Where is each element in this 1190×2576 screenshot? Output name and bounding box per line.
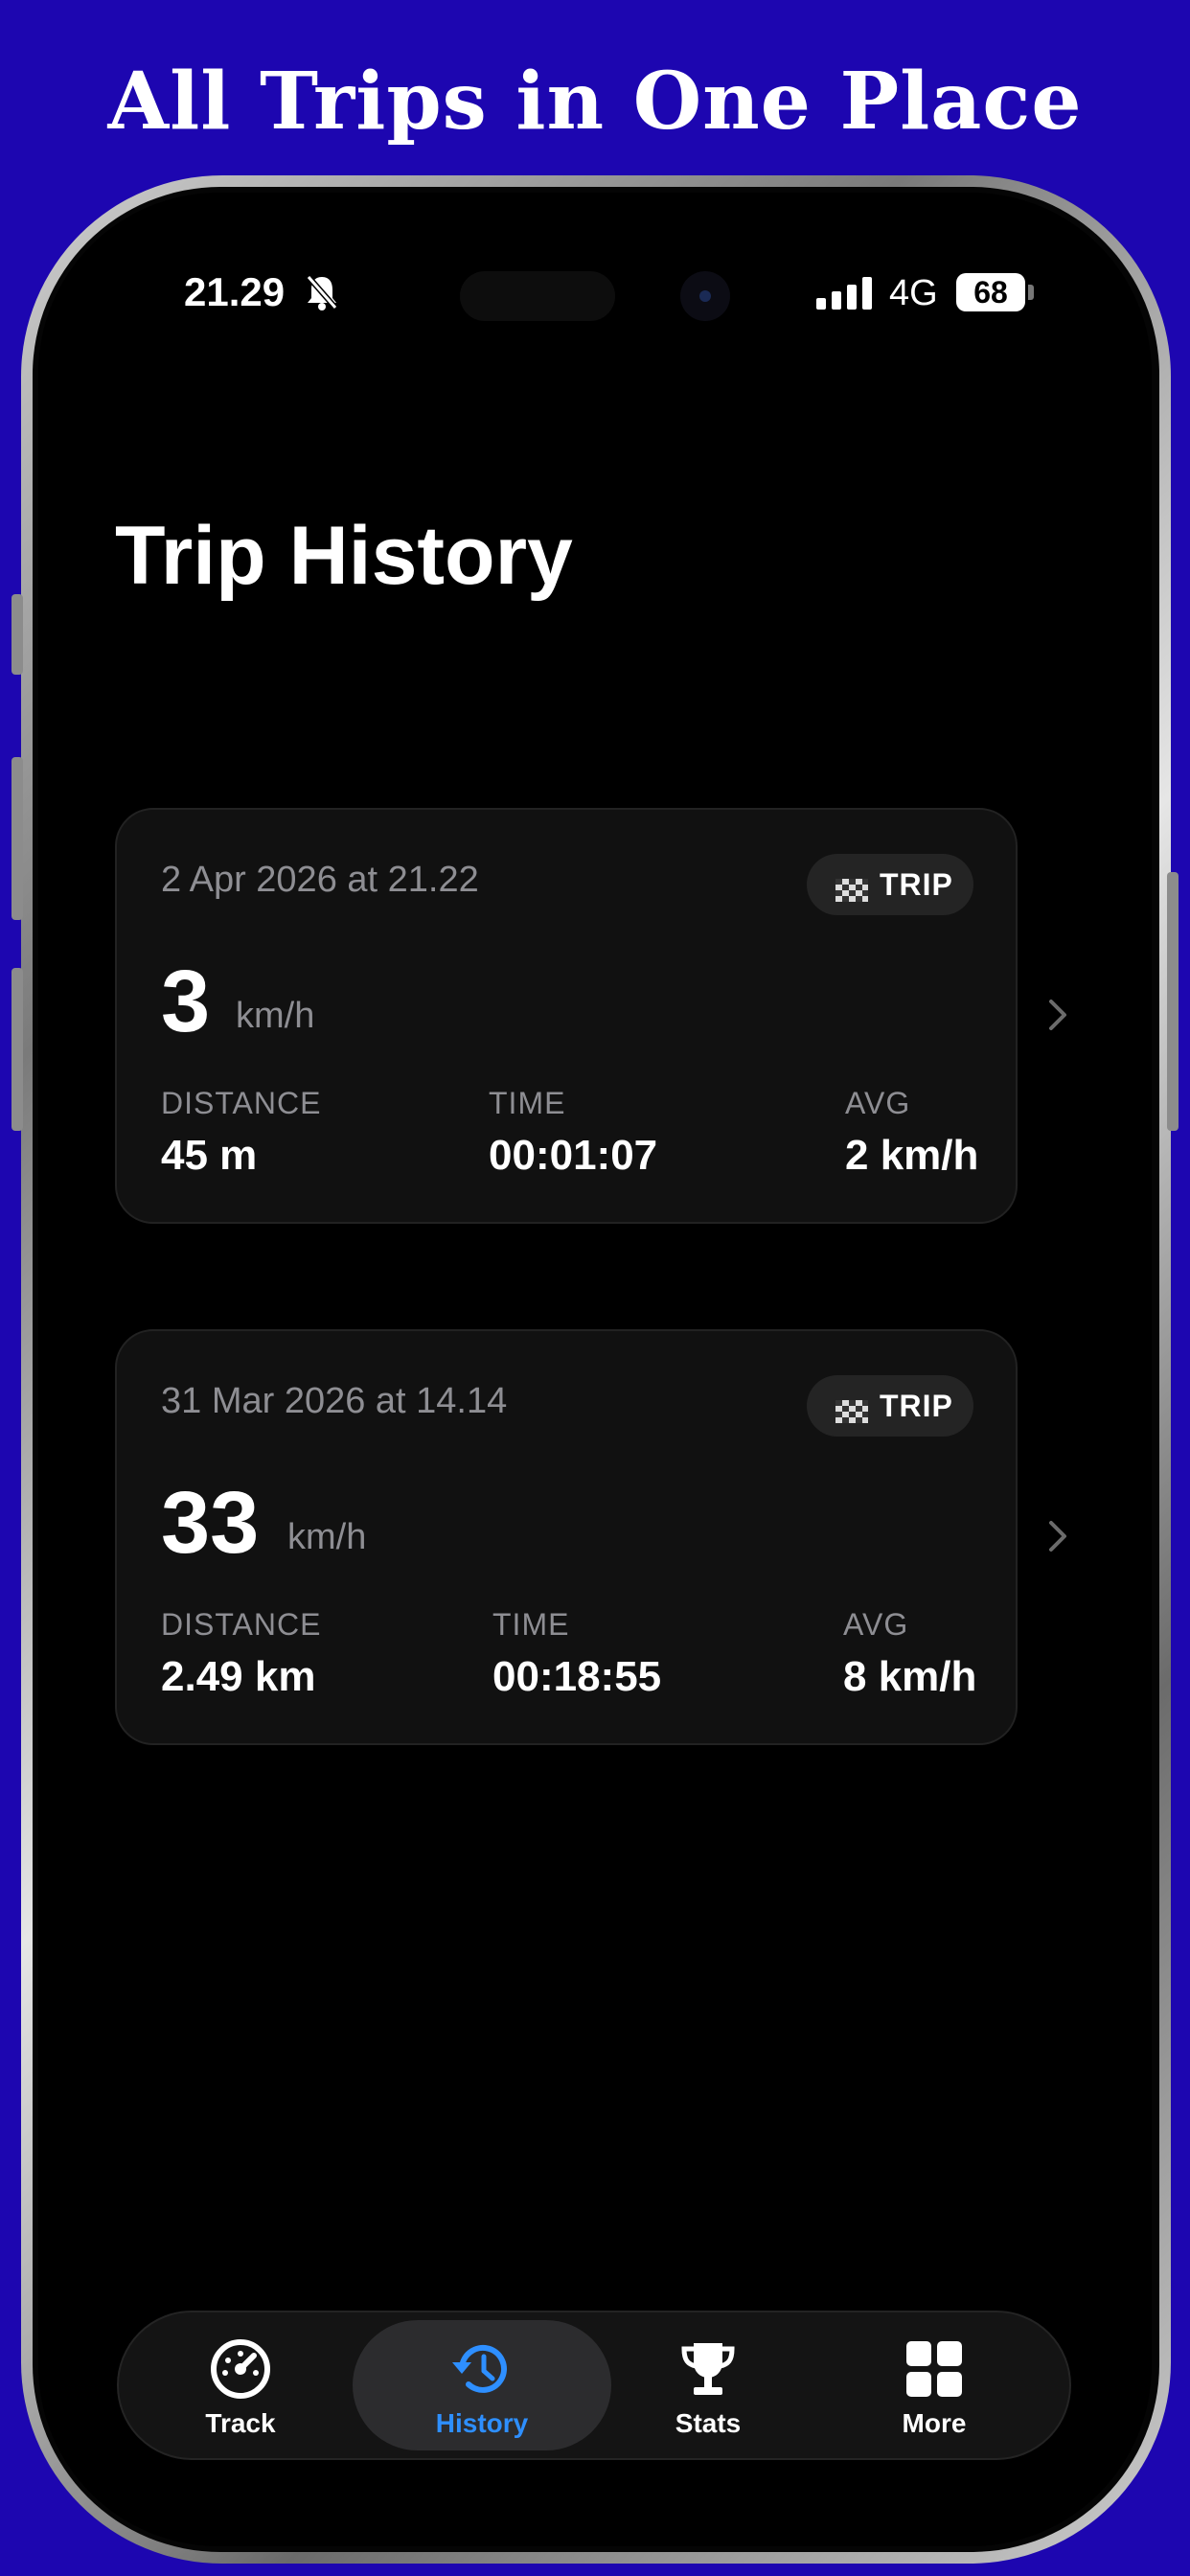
chevron-right-icon[interactable] — [1046, 998, 1069, 1037]
checkered-flag-icon — [835, 874, 868, 909]
trip-date: 2 Apr 2026 at 21.22 — [161, 860, 479, 900]
time-value: 00:01:07 — [489, 1132, 658, 1179]
signal-icon — [816, 277, 874, 314]
trip-max-speed: 3 — [161, 953, 211, 1050]
action-button — [11, 594, 23, 675]
page-title: Trip History — [115, 510, 573, 602]
network-type: 4G — [889, 273, 938, 313]
power-button — [1167, 872, 1179, 1131]
trip-max-speed: 33 — [161, 1474, 260, 1572]
trip-date: 31 Mar 2026 at 14.14 — [161, 1381, 508, 1421]
tab-bar: Track History Stats More — [117, 2311, 1071, 2460]
speed-unit: km/h — [236, 996, 315, 1036]
volume-up-button — [11, 757, 23, 920]
distance-label: DISTANCE — [161, 1607, 322, 1642]
trip-badge: TRIP — [807, 1375, 973, 1437]
time-label: TIME — [492, 1607, 570, 1642]
avg-value: 8 km/h — [843, 1653, 977, 1700]
tab-label: History — [435, 2408, 529, 2438]
tab-label: Stats — [675, 2408, 742, 2438]
chevron-right-icon[interactable] — [1046, 1519, 1069, 1558]
tab-track[interactable]: Track — [169, 2312, 312, 2458]
speedometer-icon — [211, 2339, 270, 2399]
trophy-icon — [681, 2343, 735, 2395]
tab-stats[interactable]: Stats — [636, 2312, 780, 2458]
phone-screen: 21.29 4G 68 Trip History 2 Apr 2026 at 2 — [38, 193, 1152, 2546]
grid-icon — [906, 2341, 962, 2397]
distance-label: DISTANCE — [161, 1086, 322, 1120]
trip-card[interactable]: 2 Apr 2026 at 21.22 TRIP 3 km/h DISTANCE… — [115, 808, 1018, 1224]
bell-slash-icon — [305, 273, 339, 316]
avg-label: AVG — [843, 1607, 909, 1642]
tab-more[interactable]: More — [862, 2312, 1006, 2458]
trip-card[interactable]: 31 Mar 2026 at 14.14 TRIP 33 km/h DISTAN… — [115, 1329, 1018, 1745]
avg-label: AVG — [845, 1086, 911, 1120]
history-clock-icon — [452, 2344, 507, 2393]
tab-history[interactable]: History — [410, 2312, 554, 2458]
trip-badge-label: TRIP — [880, 867, 953, 902]
trip-badge-label: TRIP — [880, 1389, 953, 1423]
tab-label: Track — [205, 2408, 276, 2438]
status-time: 21.29 — [184, 269, 286, 314]
battery-cap — [1028, 285, 1034, 300]
speed-unit: km/h — [287, 1517, 367, 1557]
distance-value: 2.49 km — [161, 1653, 316, 1700]
front-camera — [680, 271, 730, 321]
tab-label: More — [902, 2408, 967, 2438]
distance-value: 45 m — [161, 1132, 258, 1179]
volume-down-button — [11, 968, 23, 1131]
trip-badge: TRIP — [807, 854, 973, 915]
time-value: 00:18:55 — [492, 1653, 662, 1700]
banner-headline: All Trips in One Place — [107, 56, 1083, 148]
dynamic-island — [460, 271, 615, 321]
battery-indicator: 68 — [956, 273, 1025, 311]
avg-value: 2 km/h — [845, 1132, 979, 1179]
checkered-flag-icon — [835, 1395, 868, 1431]
time-label: TIME — [489, 1086, 566, 1120]
